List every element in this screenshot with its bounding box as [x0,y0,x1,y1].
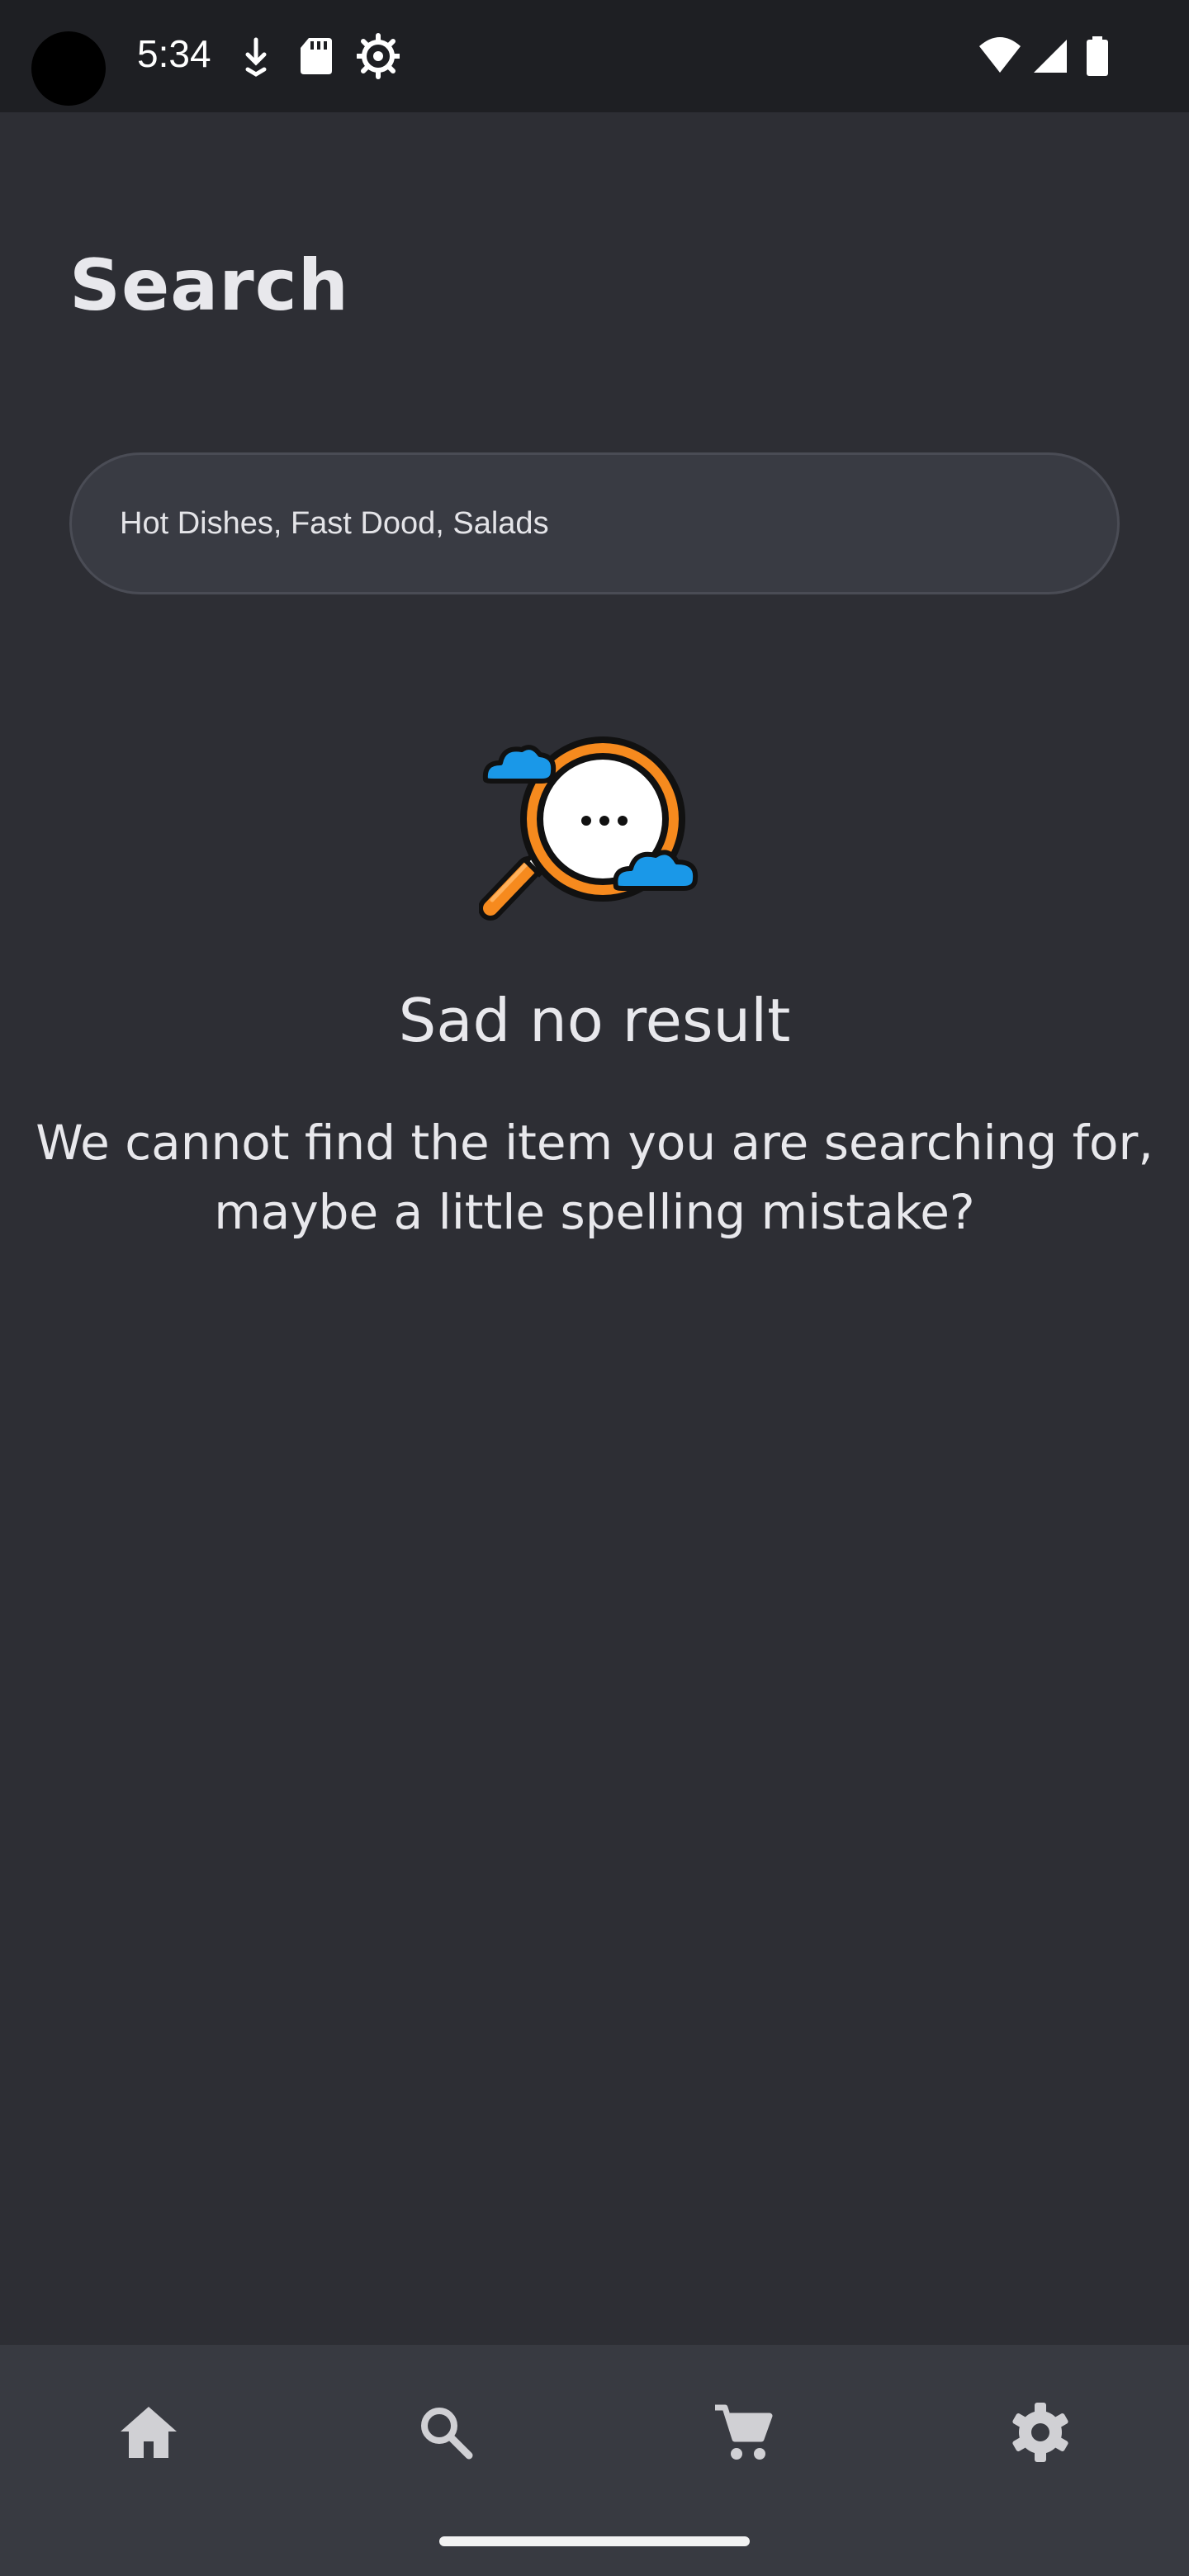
search-icon [421,2408,473,2460]
empty-state-message: We cannot find the item you are searchin… [36,1115,1153,1240]
sd-card-icon [301,38,332,74]
home-icon [121,2407,177,2458]
search-field[interactable] [69,452,1120,594]
settings-gear-icon [357,33,400,79]
cart-icon [715,2404,773,2460]
page-title: Search [69,244,349,327]
battery-icon [1087,36,1108,76]
gesture-handle [439,2536,750,2546]
nav-item-home[interactable] [107,2391,190,2474]
camera-cutout [31,31,106,106]
nav-item-cart[interactable] [702,2391,784,2474]
bottom-navigation [0,2345,1189,2576]
nav-item-settings[interactable] [999,2391,1082,2474]
empty-state-title: Sad no result [398,986,791,1055]
magnifier-with-clouds-illustration [479,736,699,921]
nav-item-search[interactable] [405,2391,487,2474]
settings-icon [1012,2403,1068,2462]
status-bar: 5:34 [0,0,1189,112]
wifi-icon [979,37,1021,73]
search-input[interactable] [118,504,1071,542]
download-arrow-icon [245,37,267,77]
status-time: 5:34 [137,32,211,75]
cell-signal-icon [1034,40,1067,73]
